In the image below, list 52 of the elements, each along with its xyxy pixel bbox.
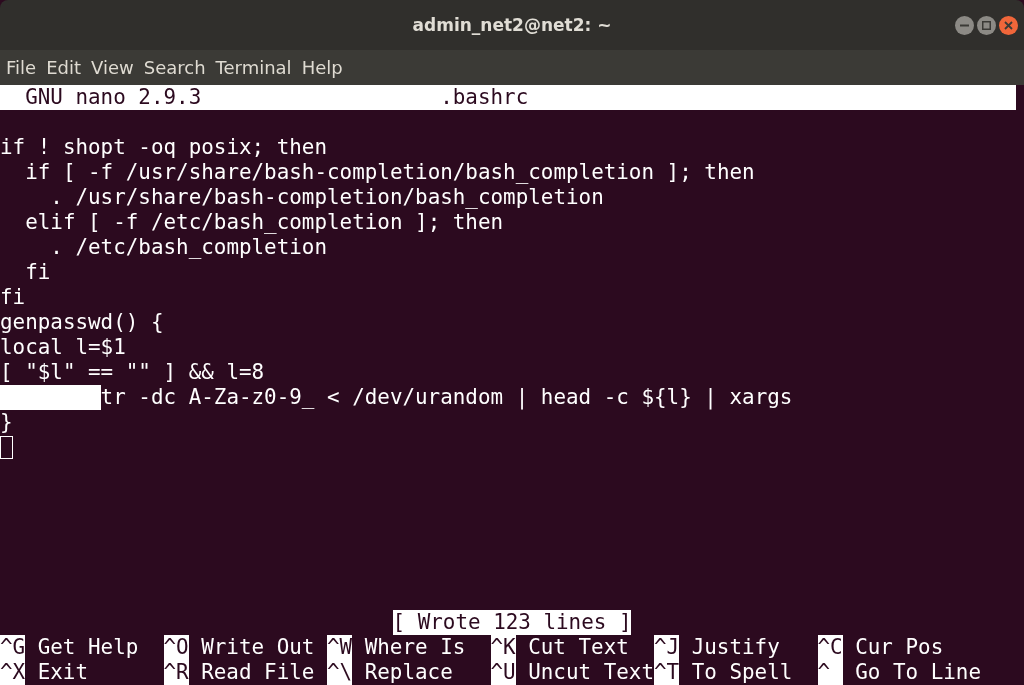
shortcut-key: ^R bbox=[163, 660, 189, 685]
shortcut-label: Where Is bbox=[364, 635, 466, 660]
code-line: fi bbox=[0, 285, 26, 310]
shortcut-key: ^\ bbox=[327, 660, 353, 685]
maximize-button[interactable] bbox=[977, 16, 996, 35]
shortcut-key: ^T bbox=[654, 660, 680, 685]
maximize-icon bbox=[982, 21, 991, 30]
code-line: genpasswd() { bbox=[0, 310, 164, 335]
shortcut-label: Go To Line bbox=[855, 660, 981, 685]
minimize-button[interactable] bbox=[955, 16, 974, 35]
code-line: if ! shopt -oq posix; then bbox=[0, 135, 327, 160]
code-line: . /usr/share/bash-completion/bash_completion bbox=[49, 185, 604, 210]
nano-version: GNU nano 2.9.3 bbox=[24, 85, 203, 110]
shortcut-label: To Spell bbox=[691, 660, 793, 685]
shortcut-key: ^W bbox=[327, 635, 353, 660]
code-line: } bbox=[0, 410, 13, 435]
shortcut-key: ^C bbox=[817, 635, 843, 660]
shortcut-label: Get Help bbox=[37, 635, 139, 660]
shortcut-label: Replace bbox=[364, 660, 453, 685]
shortcut-label: Read File bbox=[201, 660, 315, 685]
close-icon bbox=[1004, 21, 1013, 30]
shortcut-label: Cur Pos bbox=[855, 635, 944, 660]
code-line: tr -dc A-Za-z0-9_ < /dev/urandom | head -c ${l} | xargs bbox=[100, 385, 793, 410]
shortcut-key: ^X bbox=[0, 660, 26, 685]
code-line: local l=$1 bbox=[0, 335, 126, 360]
menu-item[interactable]: Search bbox=[143, 57, 214, 78]
shortcut-label: Justify bbox=[691, 635, 780, 660]
shortcut-label: Cut Text bbox=[528, 635, 629, 660]
status-message: [ Wrote 123 lines ] bbox=[392, 610, 632, 635]
menu-item[interactable]: Edit bbox=[46, 57, 89, 78]
window-title: admin_net2@net2: ~ bbox=[412, 15, 612, 35]
file-name: .bashrc bbox=[440, 85, 529, 110]
code-line: [ "$l" == "" ] && l=8 bbox=[0, 360, 265, 385]
menu-item[interactable]: Help bbox=[301, 57, 351, 78]
shortcut-key: ^K bbox=[490, 635, 516, 660]
menu-item[interactable]: File bbox=[6, 57, 45, 78]
shortcut-key: ^ bbox=[817, 660, 843, 685]
menu-item[interactable]: Terminal bbox=[215, 57, 300, 78]
menu-item[interactable]: View bbox=[91, 57, 142, 78]
code-line: . /etc/bash_completion bbox=[49, 235, 327, 260]
shortcut-label: Exit bbox=[37, 660, 88, 685]
shortcut-key: ^O bbox=[163, 635, 189, 660]
code-line: elif [ -f /etc/bash_completion ]; then bbox=[24, 210, 504, 235]
shortcut-key: ^U bbox=[490, 660, 516, 685]
code-line: if [ -f /usr/share/bash-completion/bash_completion ]; then bbox=[24, 160, 755, 185]
shortcut-label: Uncut Text bbox=[528, 660, 654, 685]
shortcut-label: Write Out bbox=[201, 635, 315, 660]
text-cursor bbox=[0, 436, 13, 459]
code-line: fi bbox=[24, 260, 51, 285]
shortcut-key: ^J bbox=[654, 635, 680, 660]
close-button[interactable] bbox=[999, 16, 1018, 35]
shortcut-key: ^G bbox=[0, 635, 26, 660]
